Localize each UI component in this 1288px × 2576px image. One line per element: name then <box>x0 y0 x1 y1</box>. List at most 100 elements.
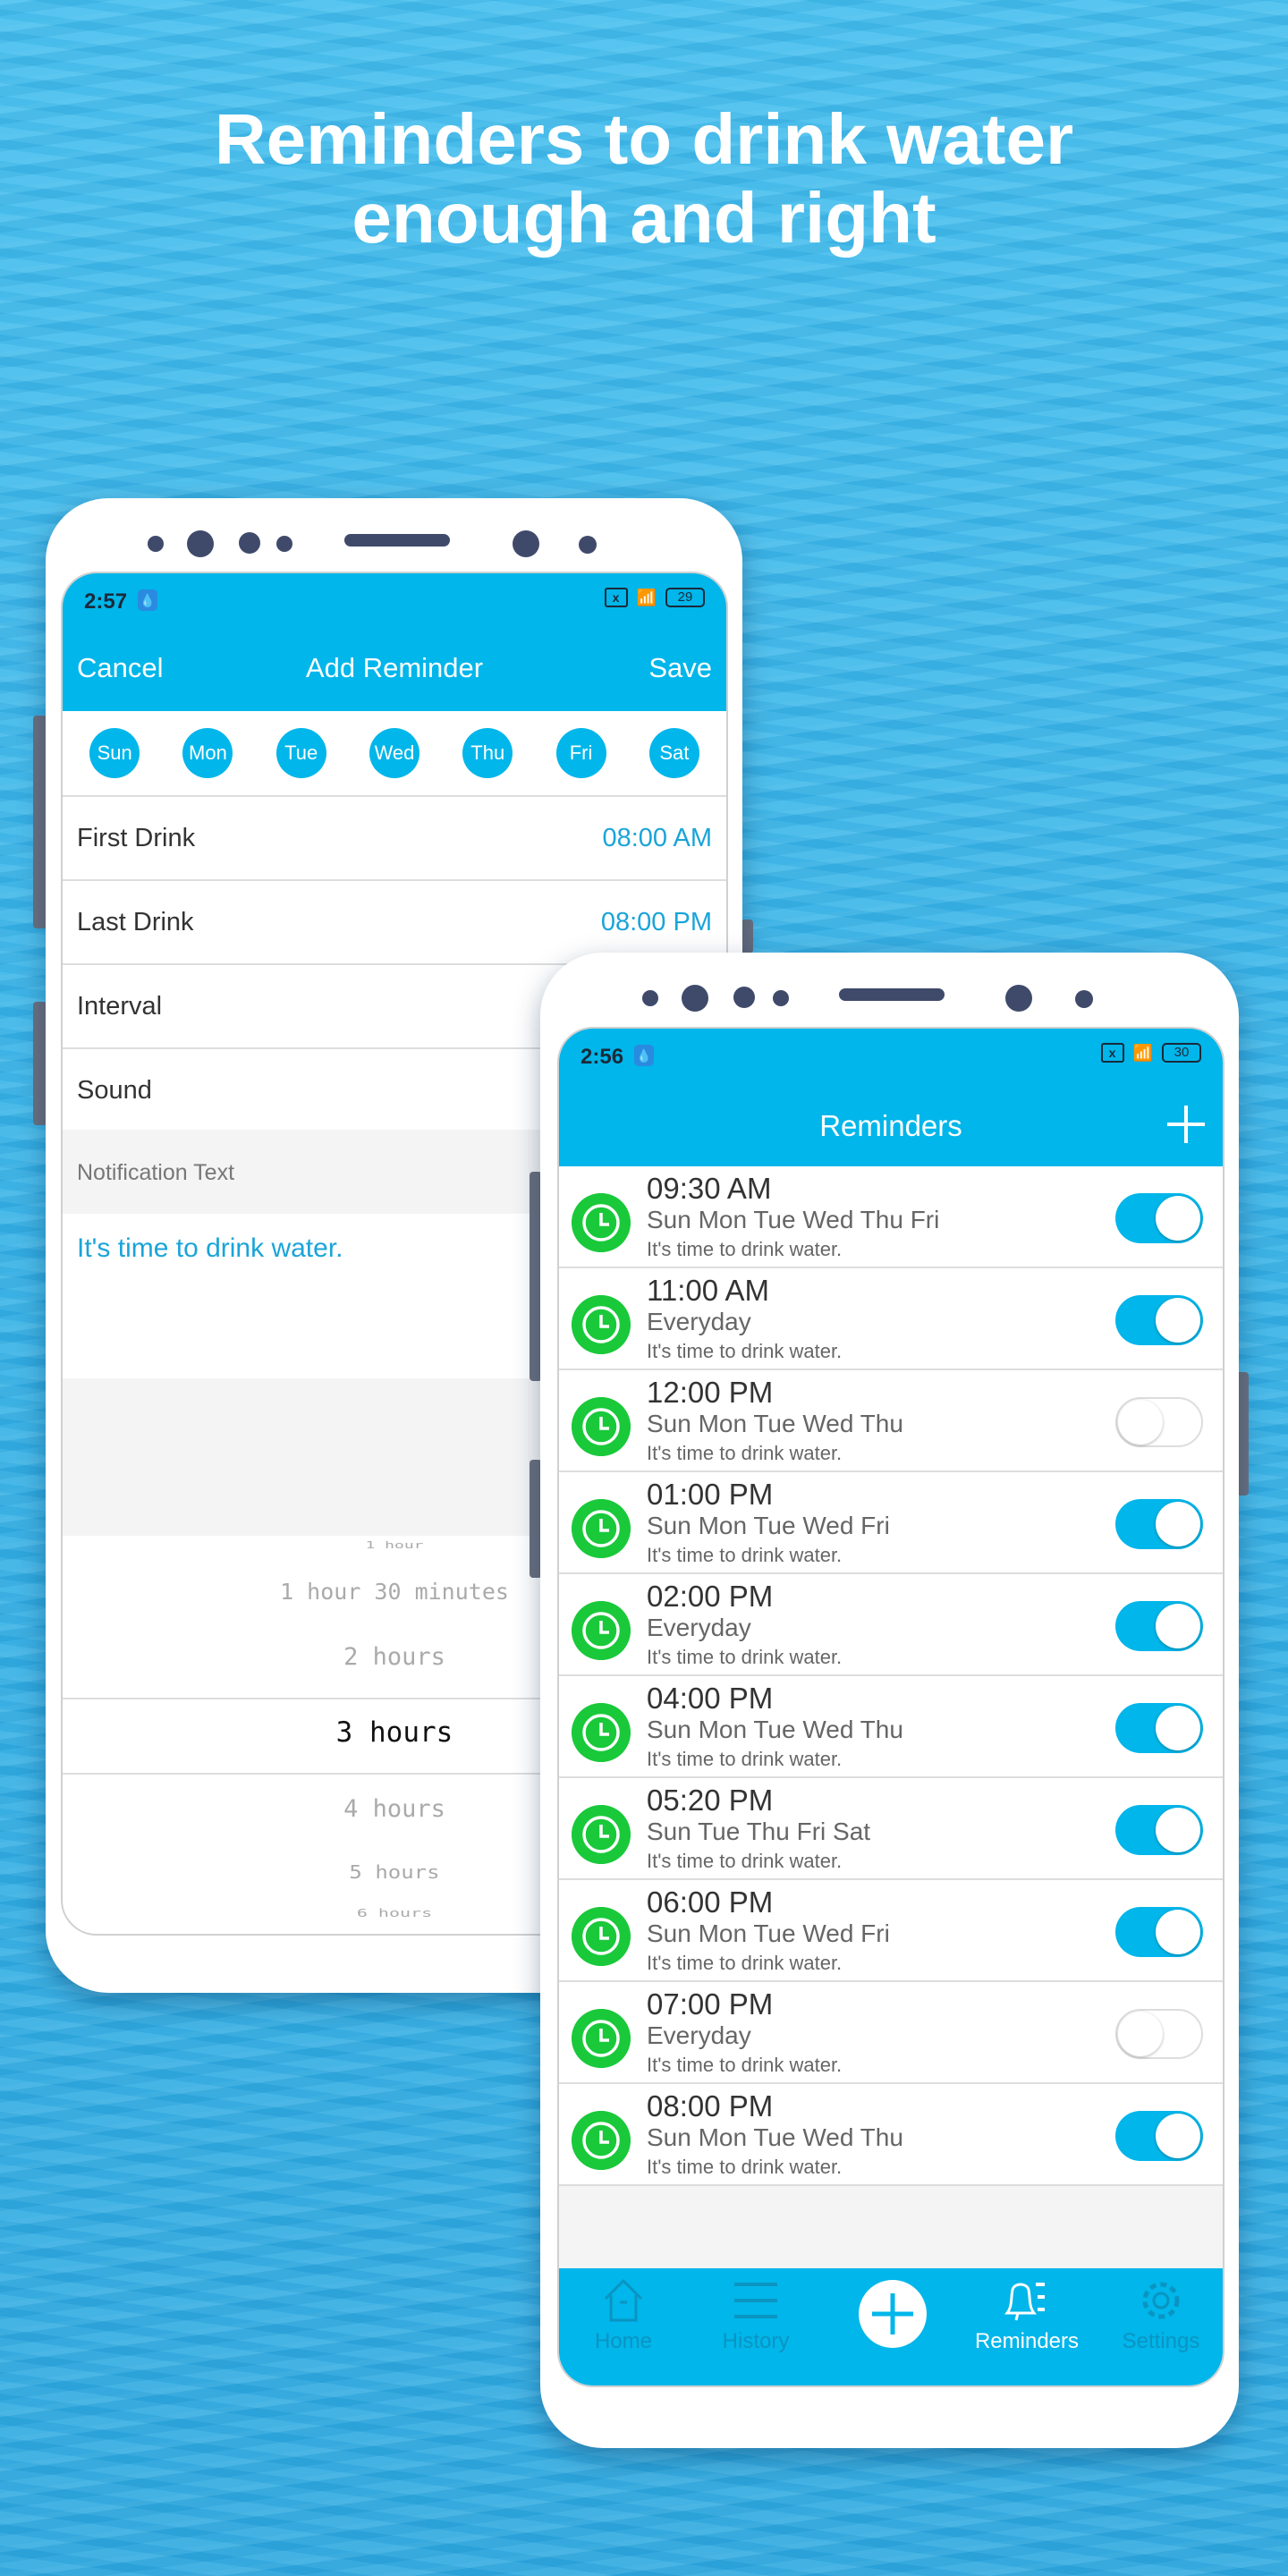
reminder-row[interactable]: 04:00 PM Sun Mon Tue Wed Thu It's time to … <box>559 1676 1223 1778</box>
sensor-dot <box>276 536 292 552</box>
tab-label: Home <box>594 2329 653 2353</box>
headline-line-1: Reminders to drink water <box>214 99 1074 179</box>
tab-home[interactable]: Home <box>561 2277 686 2354</box>
reminder-message: It's time to drink water. <box>647 2054 843 2076</box>
reminder-time: 07:00 PM <box>647 1987 774 2021</box>
reminders-phone: 2:56 💧 x 📶 30 Reminders 09:30 AM Sun Mon Tu… <box>540 953 1239 2448</box>
day-sun[interactable]: Sun <box>89 728 140 778</box>
reminder-toggle[interactable] <box>1115 2009 1203 2059</box>
reminder-row[interactable]: 06:00 PM Sun Mon Tue Wed Fri It's time to … <box>559 1880 1223 1982</box>
day-tue[interactable]: Tue <box>275 728 326 778</box>
day-sat[interactable]: Sat <box>648 728 699 778</box>
reminder-row[interactable]: 08:00 PM Sun Mon Tue Wed Thu It's time to … <box>559 2084 1223 2186</box>
reminder-row[interactable]: 02:00 PM Everyday It's time to drink water… <box>559 1574 1223 1676</box>
day-selector: Sun Mon Tue Wed Thu Fri Sat <box>63 711 726 797</box>
camera-icon <box>682 985 708 1012</box>
day-wed[interactable]: Wed <box>369 728 419 778</box>
reminder-message: It's time to drink water. <box>647 1544 843 1566</box>
notification-text-input[interactable]: It's time to drink water. <box>77 1233 343 1264</box>
sensor-dot <box>642 990 658 1006</box>
page-title: Add Reminder <box>305 652 484 683</box>
gear-icon <box>1142 2282 1180 2319</box>
list-icon <box>734 2283 777 2318</box>
reminder-row[interactable]: 09:30 AM Sun Mon Tue Wed Thu Fri It's time… <box>559 1166 1223 1268</box>
tab-history[interactable]: History <box>693 2277 818 2354</box>
row-label: First Drink <box>77 824 196 852</box>
reminder-toggle[interactable] <box>1115 1907 1203 1957</box>
tab-reminders[interactable]: Reminders <box>964 2277 1089 2354</box>
reminder-toggle[interactable] <box>1115 1805 1203 1855</box>
clock-icon <box>572 1907 631 1966</box>
reminder-toggle[interactable] <box>1115 1397 1203 1447</box>
reminder-message: It's time to drink water. <box>647 2156 843 2178</box>
reminder-row[interactable]: 01:00 PM Sun Mon Tue Wed Fri It's time to … <box>559 1472 1223 1574</box>
reminder-days: Sun Tue Thu Fri Sat <box>647 1818 871 1845</box>
toggle-knob <box>1156 1196 1200 1241</box>
tab-add[interactable] <box>830 2279 955 2354</box>
reminder-time: 12:00 PM <box>647 1376 774 1409</box>
reminder-row[interactable]: 05:20 PM Sun Tue Thu Fri Sat It's time to … <box>559 1778 1223 1880</box>
notification-label-text: Notification Text <box>77 1160 235 1185</box>
last-drink-value[interactable]: 08:00 PM <box>601 908 712 937</box>
toggle-knob <box>1118 1400 1163 1445</box>
add-circle-icon <box>859 2280 927 2348</box>
toggle-knob <box>1156 2114 1200 2158</box>
reminder-row[interactable]: 12:00 PM Sun Mon Tue Wed Thu It's time to … <box>559 1370 1223 1472</box>
reminder-row[interactable]: 11:00 AM Everyday It's time to drink water… <box>559 1268 1223 1370</box>
reminder-message: It's time to drink water. <box>647 1748 843 1770</box>
reminder-toggle[interactable] <box>1115 1703 1203 1753</box>
toggle-knob <box>1156 1808 1200 1852</box>
headline: Reminders to drink water enough and righ… <box>0 100 1288 258</box>
header-bar: Cancel Add Reminder Save <box>63 629 726 711</box>
reminder-toggle[interactable] <box>1115 1499 1203 1549</box>
sensor-dot <box>733 987 755 1008</box>
reminder-days: Sun Mon Tue Wed Thu <box>647 1410 903 1437</box>
first-drink-value[interactable]: 08:00 AM <box>602 824 712 853</box>
reminder-toggle[interactable] <box>1115 1193 1203 1243</box>
reminder-row[interactable]: 07:00 PM Everyday It's time to drink water… <box>559 1982 1223 2084</box>
reminder-days: Sun Mon Tue Wed Thu <box>647 2123 903 2151</box>
toggle-knob <box>1156 1502 1200 1546</box>
reminder-days: Everyday <box>647 1614 751 1641</box>
bottom-tab-bar: Home History Reminders Settings <box>559 2268 1223 2385</box>
tab-label: Settings <box>1122 2329 1200 2353</box>
reminder-toggle[interactable] <box>1115 1295 1203 1345</box>
sensor-dot <box>239 532 260 554</box>
row-label: Last Drink <box>77 908 194 936</box>
wifi-icon: 📶 <box>636 588 657 606</box>
camera-icon <box>513 530 539 557</box>
clock-icon <box>572 1295 631 1354</box>
headline-line-2: enough and right <box>352 178 936 258</box>
clock-icon <box>572 1805 631 1864</box>
reminder-toggle[interactable] <box>1115 2111 1203 2161</box>
toggle-knob <box>1156 1706 1200 1750</box>
reminder-time: 09:30 AM <box>647 1172 772 1205</box>
reminder-toggle[interactable] <box>1115 1601 1203 1651</box>
camera-icon <box>1005 985 1032 1012</box>
reminder-days: Everyday <box>647 2021 751 2049</box>
toggle-knob <box>1156 1604 1200 1648</box>
toggle-knob <box>1156 1910 1200 1954</box>
first-drink-row[interactable]: First Drink 08:00 AM <box>63 797 726 881</box>
reminder-time: 05:20 PM <box>647 1784 774 1817</box>
reminder-time: 02:00 PM <box>647 1580 774 1613</box>
water-drop-icon: 💧 <box>634 1045 654 1066</box>
reminder-time: 08:00 PM <box>647 2089 774 2123</box>
plus-icon[interactable] <box>1165 1104 1207 1145</box>
page-title: Reminders <box>819 1109 962 1142</box>
day-thu[interactable]: Thu <box>462 728 513 778</box>
tab-settings[interactable]: Settings <box>1098 2277 1223 2354</box>
clock-icon <box>572 2009 631 2068</box>
reminders-screen: 2:56 💧 x 📶 30 Reminders 09:30 AM Sun Mon Tu… <box>557 1027 1224 2387</box>
tab-label: Reminders <box>974 2329 1080 2353</box>
reminder-days: Sun Mon Tue Wed Thu Fri <box>647 1206 940 1233</box>
reminder-message: It's time to drink water. <box>647 1952 843 1974</box>
reminder-days: Sun Mon Tue Wed Thu <box>647 1716 903 1743</box>
save-button[interactable]: Save <box>648 652 712 684</box>
battery-icon: 30 <box>1162 1043 1201 1063</box>
speaker <box>839 988 945 1001</box>
day-mon[interactable]: Mon <box>182 728 233 778</box>
clock-icon <box>572 2111 631 2170</box>
day-fri[interactable]: Fri <box>555 728 606 778</box>
home-icon <box>604 2278 643 2322</box>
